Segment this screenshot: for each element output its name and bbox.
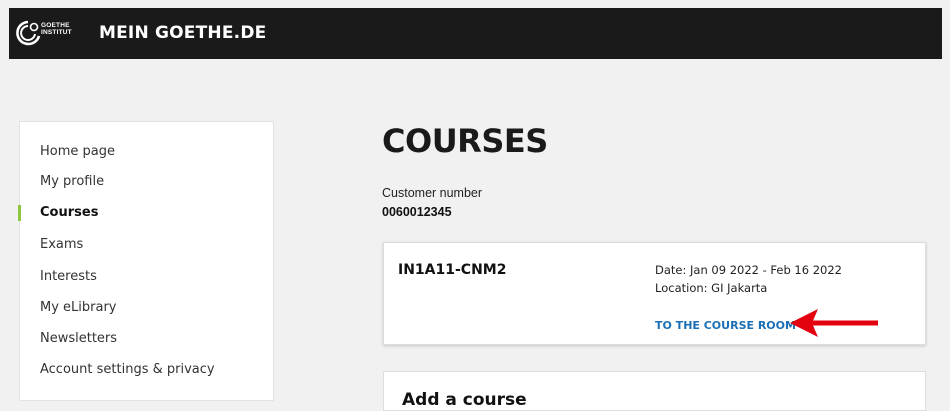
course-code: IN1A11-CNM2 <box>398 262 507 278</box>
sidebar-item-label: Courses <box>40 205 99 220</box>
sidebar-item-newsletters[interactable]: Newsletters <box>40 331 117 346</box>
course-date: Date: Jan 09 2022 - Feb 16 2022 <box>655 263 842 277</box>
sidebar-item-account-settings[interactable]: Account settings & privacy <box>40 362 215 377</box>
sidebar-item-my-elibrary[interactable]: My eLibrary <box>40 300 117 315</box>
active-indicator <box>18 205 21 221</box>
logo-text: GOETHE INSTITUT <box>41 22 72 36</box>
add-course-title: Add a course <box>402 390 527 410</box>
logo-line2: INSTITUT <box>41 29 72 36</box>
sidebar-item-exams[interactable]: Exams <box>40 237 83 252</box>
sidebar-item-home-page[interactable]: Home page <box>40 144 115 159</box>
sidebar-item-interests[interactable]: Interests <box>40 269 97 284</box>
course-location: Location: GI Jakarta <box>655 281 768 295</box>
logo-line1: GOETHE <box>41 22 70 29</box>
add-course-card: Add a course <box>383 371 926 411</box>
customer-number-value: 0060012345 <box>382 205 452 219</box>
sidebar-item-courses[interactable]: Courses <box>18 205 99 221</box>
annotation-arrow-icon <box>790 309 878 337</box>
course-room-link[interactable]: TO THE COURSE ROOM » <box>655 319 807 332</box>
sidebar-nav: Home page My profile Courses Exams Inter… <box>18 121 274 401</box>
page-title: COURSES <box>382 122 548 160</box>
site-title[interactable]: MEIN GOETHE.DE <box>99 23 266 43</box>
customer-number-label: Customer number <box>382 186 483 200</box>
sidebar-item-my-profile[interactable]: My profile <box>40 174 104 189</box>
top-bar: GOETHE INSTITUT MEIN GOETHE.DE <box>9 8 942 59</box>
